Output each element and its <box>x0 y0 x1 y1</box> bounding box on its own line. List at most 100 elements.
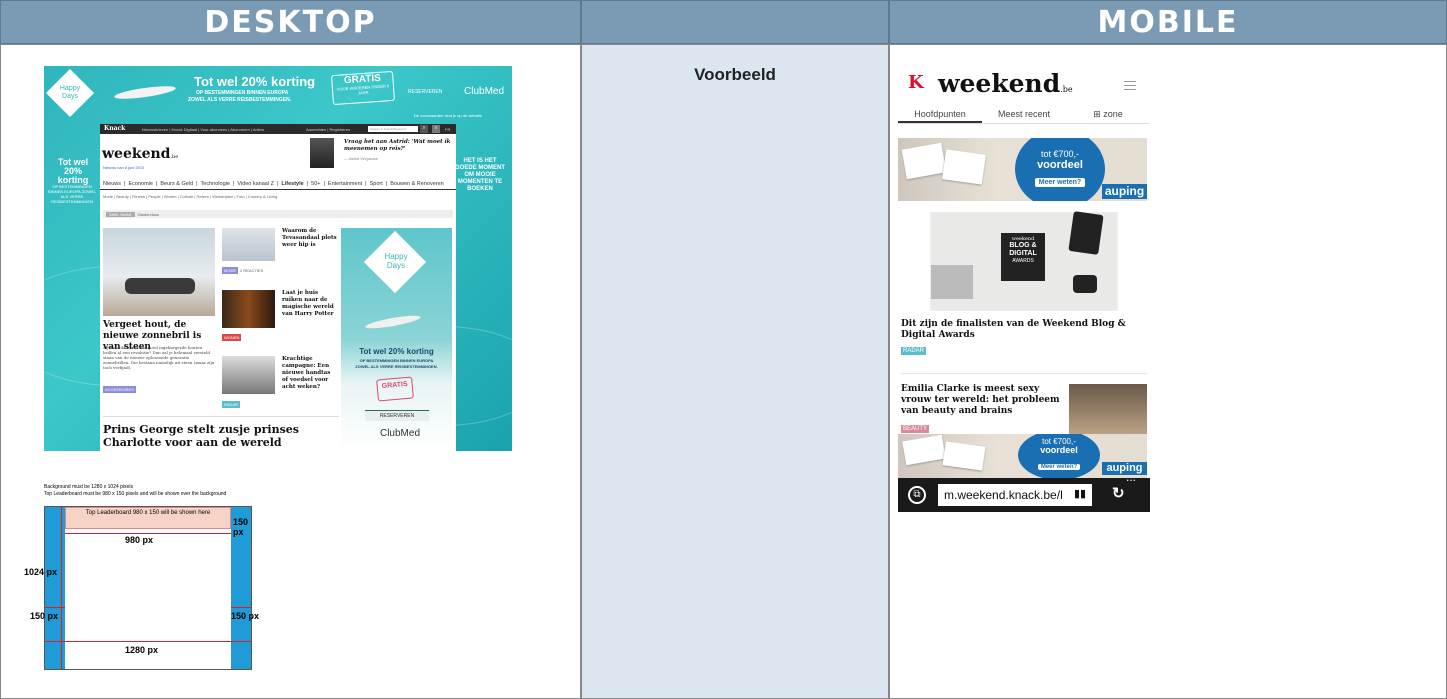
nav-video[interactable]: Video kanaal Z <box>237 181 274 187</box>
side-ad-gratis: GRATIS <box>376 376 414 402</box>
height-1024-line <box>61 507 62 669</box>
blog-sign-main: BLOG & DIGITAL <box>1009 242 1037 257</box>
weekend-logo-be: .be <box>170 154 179 160</box>
nav-50plus[interactable]: 50+ <box>311 181 320 187</box>
mobile-divider <box>901 373 1147 374</box>
lang-switch[interactable]: FR <box>445 127 450 132</box>
weekend-logo-text: weekend <box>102 146 171 162</box>
side-article-2-title[interactable]: Laat je huis ruiken naar de magische wer… <box>282 290 338 318</box>
side-ad-sub2: ZOWEL ALS VERRE REISBESTEMMINGEN. <box>355 364 438 369</box>
right-150-line <box>231 607 251 608</box>
side-article-1-title[interactable]: Waarom de Tevasandaal plots weer hip is <box>282 228 338 249</box>
side-article-3-title[interactable]: Krachtige campagne: Een nieuwe handtas o… <box>282 356 338 391</box>
left-150-line <box>45 607 65 608</box>
tab-zone[interactable]: ⊞ zone <box>1066 104 1150 123</box>
crumb-link[interactable]: Masterclass <box>138 212 159 217</box>
paddleboard-image <box>113 83 177 102</box>
sticky-ad-photo-2 <box>942 441 986 471</box>
astrid-question[interactable]: Vraag het aan Astrid: 'Wat moet ik meene… <box>344 139 452 153</box>
side-article-1-comments[interactable]: 2 REACTIES <box>240 268 263 273</box>
side-ad-clubmed: ClubMed <box>379 428 421 439</box>
voorbeeld-label: Voorbeeld <box>694 65 776 84</box>
nav-lifestyle[interactable]: Lifestyle <box>281 181 303 187</box>
tabs-icon[interactable]: ⧉ <box>908 486 926 504</box>
camera-shape <box>1073 275 1097 293</box>
desktop-header: DESKTOP <box>0 0 581 44</box>
mobile-article-2-title[interactable]: Emilia Clarke is meest sexy vrouw ter we… <box>901 384 1061 417</box>
url-field[interactable]: m.weekend.knack.be/l <box>938 484 1092 506</box>
knack-weekend-site: Knack Nieuwsbrieven | Knack Digitaal | V… <box>100 124 456 451</box>
tab-hoofdpunten[interactable]: Hoofdpunten <box>898 104 982 123</box>
nav-entertainment[interactable]: Entertainment <box>328 181 362 187</box>
main-article-badge[interactable]: ACCESSOIRES <box>103 386 136 393</box>
side-article-3-badge[interactable]: RADAR <box>222 401 241 408</box>
nav-bouwen[interactable]: Bouwen & Renoveren <box>390 181 444 187</box>
mobile-article-1-badge[interactable]: RADAR <box>901 347 927 355</box>
browser-url-bar: ⧉ m.weekend.knack.be/l ▮▮ ↻ ... <box>898 470 1150 512</box>
mobile-weekend-logo[interactable]: weekend.be <box>938 69 1073 98</box>
ad-price-top: tot €700,- <box>1040 149 1080 159</box>
sticky-meer-weten-button[interactable]: Meer weten? <box>1037 464 1081 470</box>
hamburger-menu-icon[interactable] <box>1124 78 1136 93</box>
breadcrumb: SNEL NAAR Masterclass <box>103 210 453 218</box>
search-button-icon[interactable]: ⌕ <box>432 125 440 133</box>
mobile-auping-ad-sticky[interactable]: tot €700,- voordeel Meer weten? auping <box>898 434 1147 478</box>
label-150-top: 150 px <box>233 517 249 537</box>
sticky-ad-photo-1 <box>902 434 946 466</box>
leaderboard-conditions: De voorwaarden vind je op de website <box>414 113 482 118</box>
tab-zone-label: zone <box>1103 109 1123 119</box>
mobile-weekend-be: .be <box>1060 85 1073 94</box>
sub-nav[interactable]: Mode | Beauty | Fitness | People | Wonen… <box>100 194 277 199</box>
main-nav: Nieuws | Economie | Beurs & Geld | Technolo… <box>100 179 456 190</box>
sunglasses-image[interactable] <box>103 228 215 316</box>
topbar-login[interactable]: Aanmelden | Registreren <box>306 127 350 132</box>
blog-awards-image[interactable]: weekend BLOG & DIGITAL AWARDS <box>930 211 1118 311</box>
mobile-auping-ad-top[interactable]: tot €700,- voordeel Meer weten? auping <box>898 138 1147 201</box>
mobile-article-2-badge[interactable]: BEAUTY <box>901 425 930 433</box>
laptop-shape <box>931 265 973 299</box>
mobile-article-1-title[interactable]: Dit zijn de finalisten van de Weekend Bl… <box>901 319 1149 341</box>
nav-beurs[interactable]: Beurs & Geld <box>160 181 193 187</box>
ad-price-circle: tot €700,- voordeel Meer weten? <box>1015 138 1105 201</box>
search-icon[interactable]: ⌕ <box>420 125 428 133</box>
mobile-article-2-image[interactable] <box>1069 384 1147 439</box>
nav-economie[interactable]: Economie <box>128 181 152 187</box>
ad-size-diagram: Top Leaderboard 980 x 150 will be shown … <box>44 506 252 670</box>
leaderboard-title: Tot wel 20% korting <box>194 74 316 89</box>
middle-header <box>581 0 889 44</box>
knack-logo[interactable]: Knack <box>104 125 125 132</box>
bottom-article-title[interactable]: Prins George stelt zusje prinses Charlot… <box>103 423 339 449</box>
blog-sign-sub: AWARDS <box>1012 258 1034 264</box>
divider <box>103 416 339 417</box>
side-article-1-badge[interactable]: MODE <box>222 267 238 274</box>
gratis-sticker: GRATIS VOOR KINDEREN ONDER 6 JAAR <box>331 70 395 106</box>
reading-view-icon[interactable]: ▮▮ <box>1074 487 1086 500</box>
nav-sport[interactable]: Sport <box>370 181 383 187</box>
ad-meer-weten-button[interactable]: Meer weten? <box>1034 178 1086 187</box>
sticky-ad-circle: tot €700,- voordeel Meer weten? <box>1018 434 1100 478</box>
site-search-input[interactable]: Zoeken in Knack/Weekend <box>368 126 418 132</box>
phone-shape <box>1068 211 1104 255</box>
side-article-2-image[interactable] <box>222 290 275 328</box>
leaderboard-reserveren[interactable]: RESERVEREN <box>408 89 442 95</box>
label-1024: 1024 px <box>24 567 58 577</box>
sticky-auping-logo: auping <box>1102 462 1147 475</box>
more-menu-icon[interactable]: ... <box>1126 470 1136 484</box>
nav-nieuws[interactable]: Nieuws <box>103 181 121 187</box>
topbar-links[interactable]: Nieuwsbrieven | Knack Digitaal | Voor ab… <box>142 127 264 132</box>
crumb-tag: SNEL NAAR <box>106 211 135 217</box>
astrid-photo <box>310 138 334 168</box>
diagram-note-1: Background must be 1280 x 1024 pixels <box>44 484 133 490</box>
nav-technologie[interactable]: Technologie <box>201 181 230 187</box>
side-ad-happy-text: Happy Days <box>384 252 408 270</box>
side-ad-reserveren[interactable]: RESERVEREN <box>365 410 429 421</box>
tab-meest-recent[interactable]: Meest recent <box>982 104 1066 123</box>
side-skyscraper-ad[interactable]: Happy Days Tot wel 20% korting OP BESTEM… <box>341 228 452 450</box>
weekend-logo[interactable]: weekend.be <box>102 146 178 162</box>
side-article-3-image[interactable] <box>222 356 275 394</box>
refresh-icon[interactable]: ↻ <box>1112 484 1125 502</box>
side-article-2-badge[interactable]: WONEN <box>222 334 242 341</box>
label-150-right: 150 px <box>231 611 260 621</box>
knack-k-logo[interactable]: K <box>908 72 924 93</box>
side-article-1-image[interactable] <box>222 228 275 261</box>
